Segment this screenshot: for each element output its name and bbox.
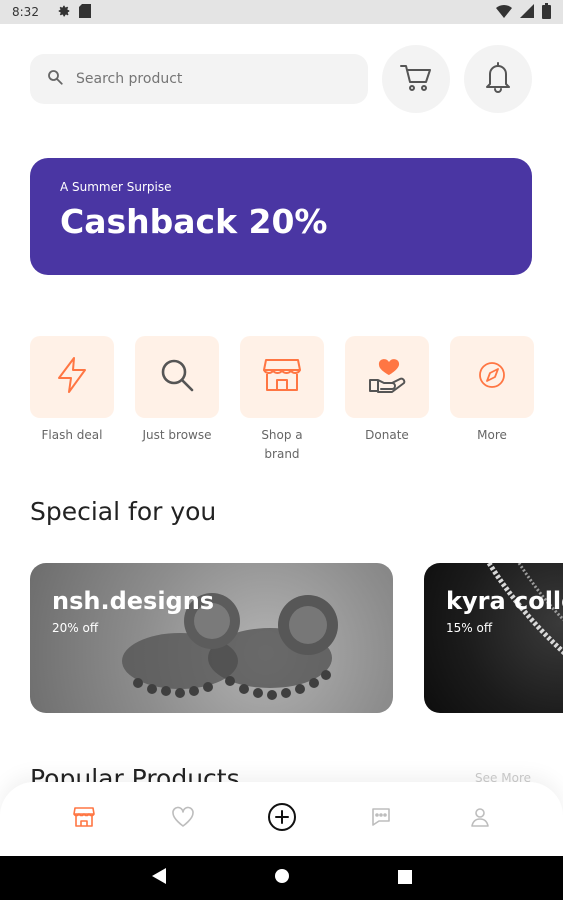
- category-label: More: [477, 428, 507, 442]
- wifi-icon: [496, 4, 512, 21]
- nav-chat[interactable]: [359, 797, 403, 841]
- special-card-discount: 15% off: [446, 621, 493, 635]
- home-icon[interactable]: [274, 868, 290, 888]
- category-flash-deal[interactable]: Flash deal: [30, 336, 114, 464]
- necklace-image: [486, 563, 563, 656]
- sd-card-icon: [78, 3, 91, 21]
- store-icon: [262, 356, 302, 398]
- nav-shop[interactable]: [62, 797, 106, 841]
- category-label: Donate: [365, 428, 409, 442]
- earrings-image: [122, 593, 338, 700]
- heart-icon: [171, 806, 195, 832]
- category-row: Flash deal Just browse Shop a brand Dona…: [30, 336, 534, 464]
- signal-icon: [520, 3, 534, 21]
- status-time: 8:32: [12, 5, 39, 19]
- cart-button[interactable]: [382, 45, 450, 113]
- category-tile[interactable]: [240, 336, 324, 418]
- status-right: [496, 2, 551, 22]
- special-card[interactable]: nsh.designs 20% off: [30, 563, 393, 713]
- category-shop-a-brand[interactable]: Shop a brand: [240, 336, 324, 464]
- category-tile[interactable]: [345, 336, 429, 418]
- battery-icon: [542, 2, 551, 22]
- category-tile[interactable]: [135, 336, 219, 418]
- status-left: 8:32: [12, 3, 91, 21]
- special-card-title: kyra colle: [446, 587, 563, 615]
- bell-icon: [483, 60, 513, 98]
- donate-icon: [367, 356, 407, 398]
- recents-icon[interactable]: [397, 869, 412, 888]
- special-card-discount: 20% off: [52, 621, 99, 635]
- cart-icon: [399, 62, 433, 96]
- special-cards-row[interactable]: nsh.designs 20% off kyra colle 15% off: [30, 563, 563, 713]
- search-bar[interactable]: [30, 54, 368, 104]
- profile-icon: [468, 805, 492, 833]
- status-bar: 8:32: [0, 0, 563, 24]
- promo-banner[interactable]: A Summer Surpise Cashback 20%: [30, 158, 532, 275]
- search-input[interactable]: [76, 71, 316, 87]
- special-card-title: nsh.designs: [52, 587, 215, 615]
- back-icon[interactable]: [151, 868, 166, 888]
- top-bar: [30, 44, 533, 114]
- search-icon: [46, 68, 64, 90]
- settings-icon: [57, 4, 71, 21]
- category-label: Flash deal: [41, 428, 103, 442]
- add-icon: [267, 802, 297, 836]
- notifications-button[interactable]: [464, 45, 532, 113]
- bottom-nav: [0, 782, 563, 856]
- search-icon: [158, 356, 196, 398]
- category-more[interactable]: More: [450, 336, 534, 464]
- category-tile[interactable]: [450, 336, 534, 418]
- special-section-title: Special for you: [30, 497, 217, 526]
- shop-icon: [72, 805, 96, 833]
- special-card[interactable]: kyra colle 15% off: [424, 563, 563, 713]
- category-tile[interactable]: [30, 336, 114, 418]
- banner-title: Cashback 20%: [60, 202, 328, 241]
- banner-subtitle: A Summer Surpise: [60, 180, 172, 194]
- chat-icon: [369, 805, 393, 833]
- flash-icon: [54, 356, 90, 398]
- category-just-browse[interactable]: Just browse: [135, 336, 219, 464]
- android-navigation-bar: [0, 856, 563, 900]
- category-donate[interactable]: Donate: [345, 336, 429, 464]
- nav-favorites[interactable]: [161, 797, 205, 841]
- nav-add[interactable]: [260, 797, 304, 841]
- nav-profile[interactable]: [458, 797, 502, 841]
- category-label: Just browse: [142, 428, 212, 442]
- compass-icon: [477, 360, 507, 394]
- category-label: Shop a brand: [261, 428, 303, 461]
